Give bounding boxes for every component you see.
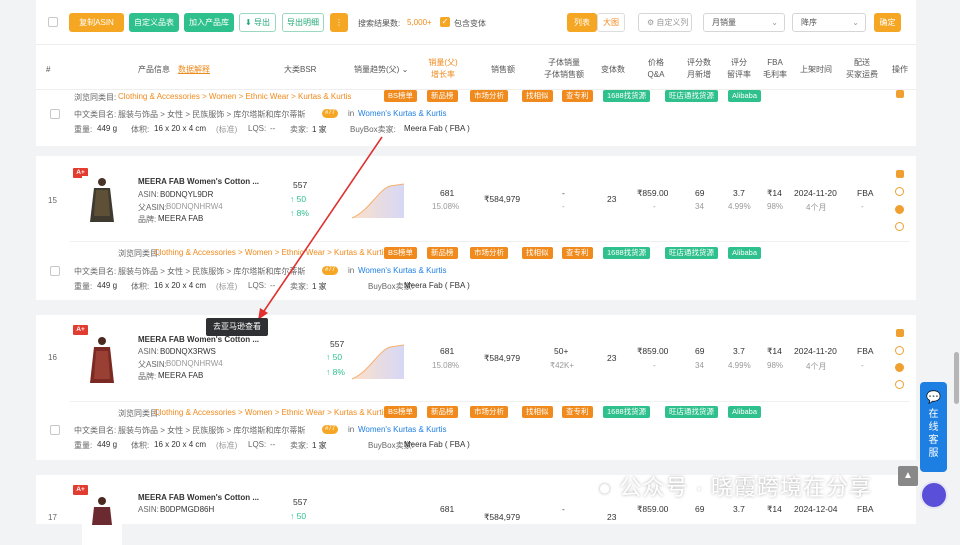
support-label: 在线客服 [928,409,939,459]
chat-icon: 💬 [926,390,941,404]
scrollbar[interactable] [954,352,959,404]
annotation-arrow [258,136,383,320]
wechat-icon: ● [598,475,620,500]
online-support-button[interactable]: 💬 在线客服 [920,382,947,472]
watermark: ● 公众号 · 晓霞跨境在分享 [598,470,872,502]
assistant-icon[interactable] [920,481,948,509]
back-to-top-button[interactable]: ▲ [898,466,918,486]
tooltip: 去亚马逊查看 [206,318,268,336]
watermark-text: 公众号 · 晓霞跨境在分享 [619,475,872,500]
